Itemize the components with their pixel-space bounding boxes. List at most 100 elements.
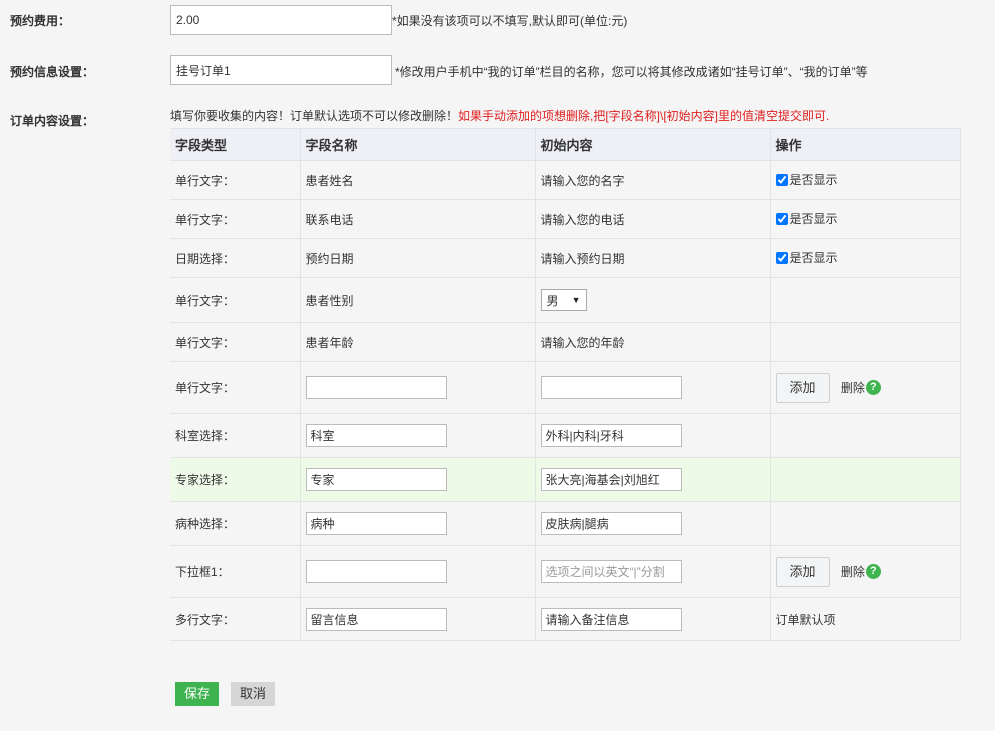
show-toggle[interactable]: 是否显示	[775, 171, 838, 188]
table-row: 单行文字： 患者姓名 请输入您的名字 是否显示	[170, 160, 961, 200]
field-content-input[interactable]	[540, 607, 682, 631]
table-row: 单行文字： 患者年龄 请输入您的年龄	[170, 322, 961, 362]
field-operation	[770, 277, 961, 323]
add-button[interactable]: 添加	[775, 556, 830, 587]
fields-table: 字段类型 字段名称 初始内容 操作 单行文字： 患者姓名 请输入您的名字 是否显…	[170, 128, 961, 641]
field-type: 单行文字：	[170, 277, 301, 323]
field-name-input[interactable]	[305, 468, 447, 491]
show-checkbox[interactable]	[775, 251, 788, 264]
show-checkbox[interactable]	[775, 212, 788, 225]
show-toggle[interactable]: 是否显示	[775, 249, 838, 266]
field-content: 请输入您的名字	[535, 160, 771, 200]
field-type: 单行文字：	[170, 361, 301, 414]
field-name: 患者姓名	[300, 160, 536, 200]
table-row: 日期选择： 预约日期 请输入预约日期 是否显示	[170, 238, 961, 278]
field-content-input[interactable]	[540, 424, 682, 447]
field-content-input[interactable]	[540, 560, 682, 583]
field-content	[535, 361, 771, 414]
field-operation	[770, 413, 961, 458]
field-type: 日期选择：	[170, 238, 301, 278]
chevron-down-icon: ▼	[571, 295, 581, 305]
show-label: 是否显示	[789, 212, 838, 227]
fee-hint: *如果没有该项可以不填写,默认即可(单位:元)	[392, 14, 628, 28]
field-operation: 是否显示	[770, 199, 961, 239]
header-field-type: 字段类型	[170, 128, 301, 161]
table-row: 单行文字： 患者性别 男 ▼	[170, 277, 961, 323]
field-type: 单行文字：	[170, 322, 301, 362]
order-label: 订单内容设置：	[10, 114, 95, 128]
field-content	[535, 545, 771, 598]
table-row: 多行文字： 订单默认项	[170, 597, 961, 641]
help-icon[interactable]: ?	[865, 564, 881, 579]
field-type: 专家选择：	[170, 457, 301, 502]
field-content-input[interactable]	[540, 512, 682, 535]
help-icon[interactable]: ?	[865, 380, 881, 395]
field-type: 科室选择：	[170, 413, 301, 458]
field-name-input[interactable]	[305, 424, 447, 447]
order-hint-plain: 填写你要收集的内容！订单默认选项不可以修改删除！	[170, 109, 459, 123]
show-checkbox[interactable]	[775, 173, 788, 186]
field-operation: 添加 删除 ?	[770, 545, 961, 598]
show-label: 是否显示	[789, 251, 838, 266]
field-name-input[interactable]	[305, 607, 447, 631]
show-label: 是否显示	[789, 173, 838, 188]
field-type: 病种选择：	[170, 501, 301, 546]
table-row: 单行文字： 添加 删除 ?	[170, 361, 961, 414]
header-operation: 操作	[770, 128, 961, 161]
field-name	[300, 545, 536, 598]
field-operation	[770, 457, 961, 502]
save-button[interactable]: 保存	[175, 682, 219, 706]
gender-select[interactable]: 男 ▼	[540, 289, 587, 311]
delete-label: 删除	[840, 381, 865, 395]
field-name	[300, 457, 536, 502]
field-content	[535, 597, 771, 641]
delete-link[interactable]: 删除 ?	[841, 379, 881, 396]
field-name	[300, 361, 536, 414]
field-name: 患者年龄	[300, 322, 536, 362]
field-content-input[interactable]	[540, 376, 682, 399]
field-name: 联系电话	[300, 199, 536, 239]
info-label: 预约信息设置：	[10, 65, 95, 79]
info-hint: *修改用户手机中“我的订单”栏目的名称，您可以将其修改成诸如“挂号订单”、“我的…	[395, 65, 868, 79]
add-button[interactable]: 添加	[775, 372, 830, 403]
field-content: 请输入您的电话	[535, 199, 771, 239]
field-content	[535, 413, 771, 458]
table-row: 单行文字： 联系电话 请输入您的电话 是否显示	[170, 199, 961, 239]
field-content-input[interactable]	[540, 468, 682, 491]
field-operation: 订单默认项	[770, 597, 961, 641]
field-operation	[770, 322, 961, 362]
field-operation	[770, 501, 961, 546]
field-content: 男 ▼	[535, 277, 771, 323]
order-hint-warning: 如果手动添加的项想删除,把[字段名称]\[初始内容]里的值清空提交即可.	[458, 109, 830, 123]
header-initial-content: 初始内容	[535, 128, 771, 161]
table-row: 专家选择：	[170, 457, 961, 502]
field-type: 多行文字：	[170, 597, 301, 641]
table-row: 科室选择：	[170, 413, 961, 458]
delete-link[interactable]: 删除 ?	[841, 563, 881, 580]
field-type: 单行文字：	[170, 199, 301, 239]
field-content: 请输入预约日期	[535, 238, 771, 278]
gender-select-value: 男	[546, 293, 559, 308]
field-name-input[interactable]	[305, 560, 447, 583]
delete-label: 删除	[840, 565, 865, 579]
show-toggle[interactable]: 是否显示	[775, 210, 838, 227]
field-type: 下拉框1：	[170, 545, 301, 598]
field-operation: 是否显示	[770, 160, 961, 200]
field-name-input[interactable]	[305, 376, 447, 399]
field-name	[300, 413, 536, 458]
fee-label: 预约费用：	[10, 14, 71, 28]
field-name: 预约日期	[300, 238, 536, 278]
fee-input[interactable]	[170, 5, 392, 35]
order-hint: 填写你要收集的内容！订单默认选项不可以修改删除！如果手动添加的项想删除,把[字段…	[170, 107, 829, 124]
field-content	[535, 501, 771, 546]
field-type: 单行文字：	[170, 160, 301, 200]
field-operation: 是否显示	[770, 238, 961, 278]
cancel-button[interactable]: 取消	[231, 682, 275, 706]
table-row: 病种选择：	[170, 501, 961, 546]
field-name: 患者性别	[300, 277, 536, 323]
field-name-input[interactable]	[305, 512, 447, 535]
info-input[interactable]	[170, 55, 392, 85]
field-name	[300, 501, 536, 546]
field-operation: 添加 删除 ?	[770, 361, 961, 414]
field-name	[300, 597, 536, 641]
